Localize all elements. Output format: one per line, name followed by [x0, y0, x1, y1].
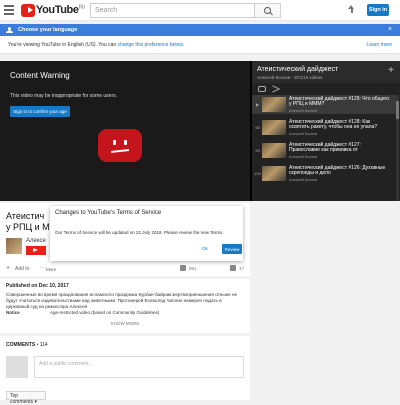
playlist-item-index: 100: [254, 171, 261, 176]
playlist-scrollbar[interactable]: [396, 95, 399, 201]
playlist-item-index: 99: [255, 148, 260, 153]
comments-section: COMMENTS • 114 Add a public comment... T…: [0, 336, 250, 405]
terms-dialog: Changes to YouTube's Terms of Service Ou…: [50, 206, 243, 261]
close-icon[interactable]: ×: [388, 26, 392, 33]
person-icon: [6, 27, 13, 33]
search-icon: [264, 7, 271, 14]
sign-in-button[interactable]: Sign in: [367, 4, 389, 16]
content-warning-title: Content Warning: [10, 71, 70, 80]
playlist-item[interactable]: 99 Атеистический дайджест #127: Правосла…: [252, 141, 396, 160]
more-label[interactable]: More: [46, 267, 56, 272]
language-banner-header: Choose your language ×: [0, 24, 400, 36]
playlist-tools: [252, 83, 400, 95]
add-to-icon[interactable]: +: [6, 265, 10, 272]
channel-name[interactable]: Алексе: [26, 238, 46, 244]
description-text: Совершенные во время празднования исламс…: [6, 292, 238, 309]
playlist-item-title: Атеистический дайджест #129: Что общего …: [289, 96, 389, 108]
video-description: Published on Dec 10, 2017 Совершенные во…: [0, 279, 250, 333]
dislike-icon[interactable]: [230, 265, 236, 271]
masthead: YouTubeRU Search Sign in: [0, 0, 400, 21]
video-title: Атеистич у РПЦ и МГ: [6, 211, 51, 233]
channel-avatar[interactable]: [6, 238, 22, 254]
publish-date: Published on Dec 10, 2017: [6, 283, 69, 289]
learn-more-link[interactable]: Learn more: [366, 42, 392, 48]
content-warning-panel: Content Warning This video may be inappr…: [0, 61, 250, 201]
change-preference-link[interactable]: change this preference below: [118, 42, 183, 48]
language-banner-text: You're viewing YouTube in English (US). …: [8, 42, 118, 48]
language-banner-title: Choose your language: [18, 27, 78, 33]
logo-country: RU: [78, 4, 86, 11]
related-sidebar: [255, 203, 400, 400]
content-warning-subtitle: This video may be inappropriate for some…: [10, 93, 117, 99]
loop-icon[interactable]: [258, 86, 266, 92]
sort-comments-button[interactable]: Top comments ▾: [6, 391, 46, 405]
comments-header: COMMENTS • 114: [6, 342, 48, 348]
comment-input[interactable]: Add a public comment...: [34, 356, 244, 378]
playlist-panel: Атеистический дайджест Алексей Козлов - …: [252, 61, 400, 201]
subscribe-button[interactable]: [26, 246, 46, 255]
playlist-item-channel: Алексей Козлов: [289, 178, 318, 182]
playlist-item-title: Атеистический дайджест #127: Православие…: [289, 142, 361, 154]
playlist-item-index: ▶: [255, 102, 260, 107]
dialog-title: Changes to YouTube's Terms of Service: [55, 210, 162, 216]
review-button[interactable]: Review: [222, 244, 242, 254]
user-avatar: [6, 356, 28, 378]
playlist-meta: Алексей Козлов - 97/216 videos: [257, 75, 323, 80]
playlist-item-channel: Алексей Козлов: [289, 155, 318, 159]
playlist-item-title: Атеистический дайджест #128: Как освятит…: [289, 119, 378, 131]
dislike-count: 17: [239, 266, 245, 271]
confirm-age-button[interactable]: Sign in to confirm your age: [10, 106, 70, 117]
youtube-logo[interactable]: YouTubeRU: [21, 3, 85, 17]
video-title-line: у РПЦ и МГ: [6, 222, 51, 232]
add-to-label[interactable]: Add to: [15, 266, 29, 272]
playlist-item-thumbnail: [262, 120, 286, 135]
playlist-item-thumbnail: [262, 143, 286, 158]
comments-label: COMMENTS: [6, 342, 36, 348]
playlist-item[interactable]: ▶ Атеистический дайджест #129: Что общег…: [252, 95, 396, 114]
language-banner-body: You're viewing YouTube in English (US). …: [0, 36, 400, 54]
playlist-title[interactable]: Атеистический дайджест: [257, 66, 338, 73]
sad-play-icon: [98, 129, 142, 162]
search-button[interactable]: [255, 3, 281, 18]
search-input[interactable]: Search: [90, 3, 255, 18]
language-banner-period: .: [182, 42, 184, 48]
shuffle-icon[interactable]: [272, 86, 280, 92]
notice-label: Notice: [6, 310, 20, 315]
playlist-item-channel: Алексей Козлов: [289, 132, 318, 136]
video-title-line: Атеистич: [6, 211, 45, 221]
menu-icon[interactable]: [4, 5, 14, 15]
like-count: 951: [189, 266, 197, 271]
add-playlist-icon[interactable]: +: [388, 65, 394, 76]
dialog-body: Our Terms of Service will be updated on …: [55, 230, 224, 235]
upload-icon[interactable]: [347, 5, 356, 15]
playlist-item-index: 98: [255, 125, 260, 130]
playlist-item-thumbnail: [262, 97, 286, 112]
playlist-item[interactable]: 100 Атеистический дайджест #126: Духовны…: [252, 164, 396, 183]
like-icon[interactable]: [180, 265, 186, 271]
comments-count: • 114: [36, 342, 48, 348]
playlist-item-title: Атеистический дайджест #126: Духовные ск…: [289, 165, 386, 177]
playlist-item-channel: Алексей Козлов: [289, 109, 318, 113]
playlist-header: Атеистический дайджест Алексей Козлов - …: [252, 61, 400, 83]
playlist-item[interactable]: 98 Атеистический дайджест #128: Как освя…: [252, 118, 396, 137]
notice-value: Age-restricted video (based on Community…: [50, 310, 160, 315]
show-more-button[interactable]: SHOW MORE: [0, 321, 250, 326]
playlist-item-thumbnail: [262, 166, 286, 181]
video-player: Content Warning This video may be inappr…: [0, 61, 400, 201]
play-logo-icon: [21, 3, 35, 17]
logo-text: YouTube: [35, 4, 79, 16]
ok-button[interactable]: Ok: [202, 246, 208, 251]
